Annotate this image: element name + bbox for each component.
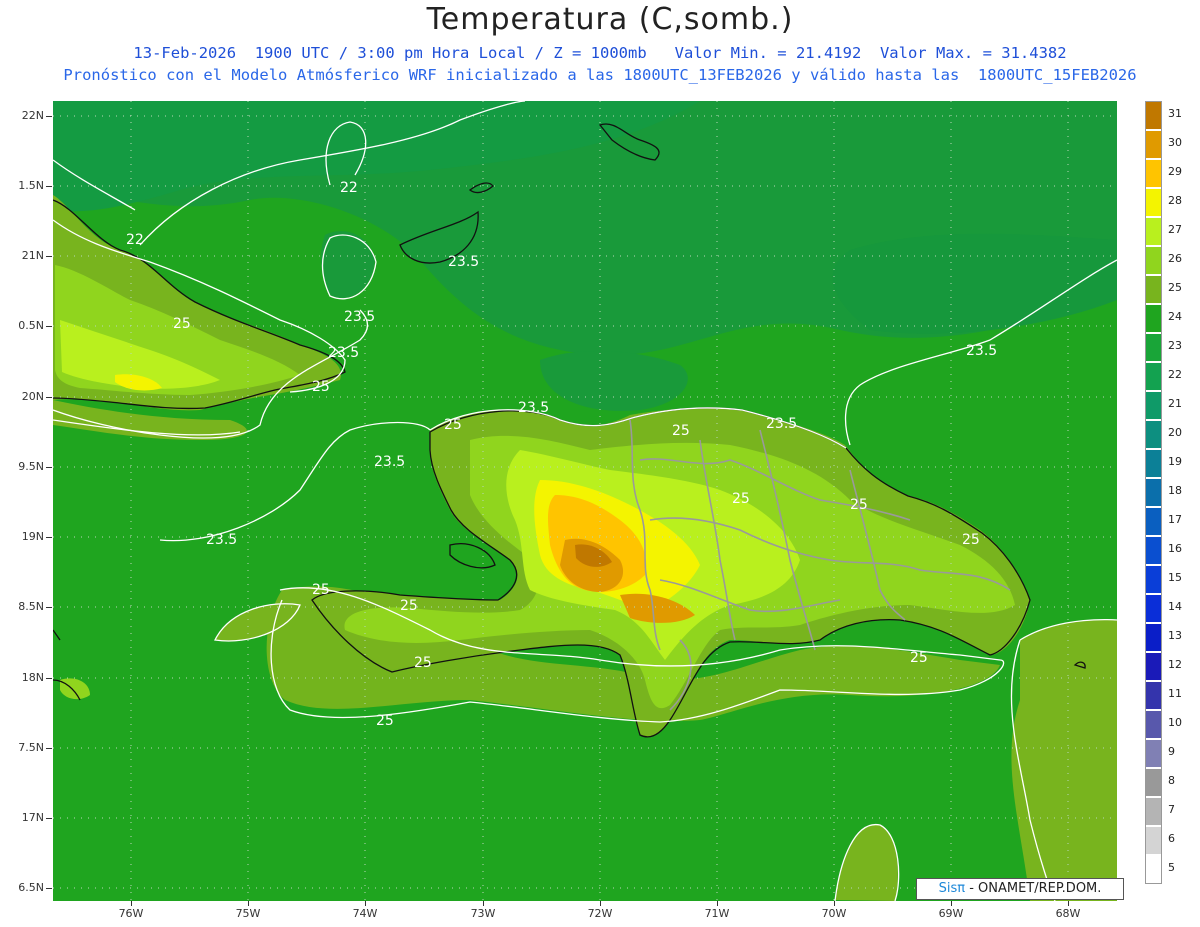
warm-sea-east [1011, 619, 1117, 901]
lon-tick-mark [717, 901, 718, 906]
colorbar-label: 14 [1168, 600, 1182, 613]
contour-label: 25 [312, 379, 330, 395]
colorbar-label: 12 [1168, 658, 1182, 671]
contour-label: 25 [444, 417, 462, 433]
contour-label: 25 [910, 650, 928, 666]
contour-label: 25 [400, 598, 418, 614]
contour-label: 23.5 [344, 309, 376, 325]
colorbar-label: 26 [1168, 252, 1182, 265]
lat-tick-label: 17N [21, 811, 44, 824]
contour-label: 23.5 [206, 532, 238, 548]
colorbar-frame [1145, 101, 1162, 884]
lat-tick-label: 1.5N [18, 179, 44, 192]
colorbar-label: 6 [1168, 832, 1175, 845]
colorbar-label: 18 [1168, 484, 1182, 497]
colorbar-label: 21 [1168, 397, 1182, 410]
colorbar-label: 16 [1168, 542, 1182, 555]
lon-tick-mark [131, 901, 132, 906]
colorbar-label: 9 [1168, 745, 1175, 758]
lat-tick-mark [46, 607, 52, 608]
contour-label: 22 [126, 232, 144, 248]
temperature-map [53, 101, 1117, 901]
lon-tick-label: 72W [587, 907, 613, 920]
lat-tick-label: 22N [21, 109, 44, 122]
colorbar-label: 11 [1168, 687, 1182, 700]
lat-tick-mark [46, 467, 52, 468]
contour-label: 23.5 [966, 343, 998, 359]
colorbar-label: 23 [1168, 339, 1182, 352]
lon-tick-mark [834, 901, 835, 906]
lon-tick-label: 69W [938, 907, 964, 920]
lon-tick-mark [1068, 901, 1069, 906]
contour-label: 25 [962, 532, 980, 548]
lat-tick-label: 9.5N [18, 460, 44, 473]
lon-tick-label: 74W [352, 907, 378, 920]
lat-tick-mark [46, 818, 52, 819]
footer-credit: Sisπ - ONAMET/REP.DOM. [916, 878, 1124, 900]
colorbar-label: 8 [1168, 774, 1175, 787]
lat-tick-label: 0.5N [18, 319, 44, 332]
lat-tick-mark [46, 256, 52, 257]
lat-tick-mark [46, 678, 52, 679]
colorbar-label: 22 [1168, 368, 1182, 381]
colorbar-label: 29 [1168, 165, 1182, 178]
lat-tick-mark [46, 326, 52, 327]
lat-tick-label: 8.5N [18, 600, 44, 613]
lat-tick-label: 21N [21, 249, 44, 262]
lat-tick-label: 20N [21, 390, 44, 403]
contour-label: 25 [312, 582, 330, 598]
contour-label: 22 [340, 180, 358, 196]
colorbar-label: 27 [1168, 223, 1182, 236]
contour-label: 23.5 [328, 345, 360, 361]
lat-tick-label: 19N [21, 530, 44, 543]
contour-label: 23.5 [518, 400, 550, 416]
contour-label: 25 [414, 655, 432, 671]
contour-label: 25 [173, 316, 191, 332]
lat-tick-label: 7.5N [18, 741, 44, 754]
colorbar-label: 31 [1168, 107, 1182, 120]
colorbar-label: 25 [1168, 281, 1182, 294]
colorbar-label: 7 [1168, 803, 1175, 816]
lat-tick-mark [46, 537, 52, 538]
colorbar-label: 24 [1168, 310, 1182, 323]
colorbar-label: 17 [1168, 513, 1182, 526]
colorbar-label: 5 [1168, 861, 1175, 874]
contour-label: 23.5 [448, 254, 480, 270]
lon-tick-mark [365, 901, 366, 906]
colorbar-label: 19 [1168, 455, 1182, 468]
contour-label: 23.5 [766, 416, 798, 432]
lon-tick-mark [951, 901, 952, 906]
lon-tick-mark [483, 901, 484, 906]
lon-tick-mark [600, 901, 601, 906]
lat-tick-label: 6.5N [18, 881, 44, 894]
lon-tick-label: 76W [118, 907, 144, 920]
lat-tick-label: 18N [21, 671, 44, 684]
footer-text: - ONAMET/REP.DOM. [969, 881, 1102, 896]
brand-logo: Sisπ [938, 881, 966, 896]
lat-tick-mark [46, 888, 52, 889]
contour-label: 25 [850, 497, 868, 513]
lat-tick-mark [46, 116, 52, 117]
lon-tick-mark [248, 901, 249, 906]
lat-tick-mark [46, 748, 52, 749]
contour-label: 25 [732, 491, 750, 507]
map-field [53, 101, 1117, 901]
contour-label: 25 [376, 713, 394, 729]
lat-tick-mark [46, 186, 52, 187]
colorbar-label: 28 [1168, 194, 1182, 207]
contour-label: 25 [672, 423, 690, 439]
lon-tick-label: 75W [235, 907, 261, 920]
colorbar-label: 13 [1168, 629, 1182, 642]
colorbar-label: 30 [1168, 136, 1182, 149]
contour-label: 23.5 [374, 454, 406, 470]
lon-tick-label: 71W [704, 907, 730, 920]
lat-tick-mark [46, 397, 52, 398]
colorbar-label: 15 [1168, 571, 1182, 584]
colorbar-label: 10 [1168, 716, 1182, 729]
lon-tick-label: 68W [1055, 907, 1081, 920]
lon-tick-label: 73W [470, 907, 496, 920]
colorbar-label: 20 [1168, 426, 1182, 439]
lon-tick-label: 70W [821, 907, 847, 920]
